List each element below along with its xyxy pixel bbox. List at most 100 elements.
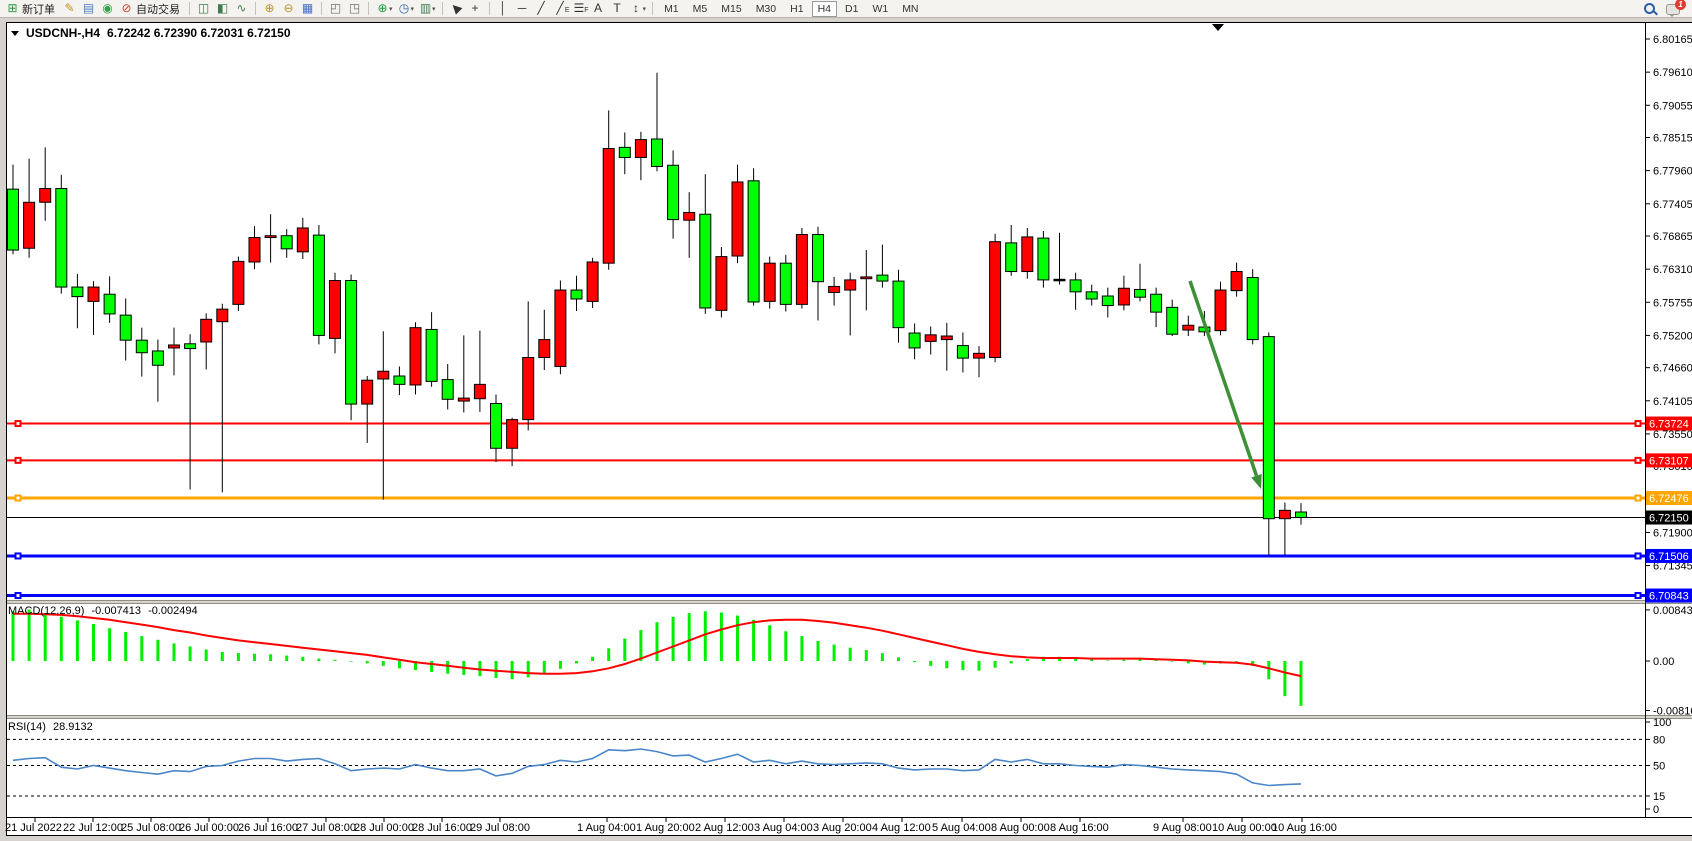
- symbol-period: USDCNH-,H4: [26, 26, 100, 40]
- candle-chart-icon[interactable]: ◧: [213, 1, 232, 17]
- price-tick-label: 6.73550: [1653, 429, 1692, 441]
- new-order-icon[interactable]: ⊞: [3, 1, 22, 17]
- toolbar-icons: ⊞新订单✎▤◉⊘自动交易◫◧∿⊕⊖▦◰◳⊕▾◷▾▥▾▶+│─╱╱E☰FAT↕▾: [3, 1, 657, 17]
- mt4-window: { "toolbar": { "timeframes": ["M1","M5",…: [0, 0, 1692, 841]
- candle: [474, 384, 485, 398]
- timeframe-buttons: M1M5M15M30H1H4D1W1MN: [657, 1, 925, 17]
- price-tick-label: 6.74105: [1653, 396, 1692, 408]
- cursor-icon[interactable]: ▶: [447, 1, 466, 17]
- vertical-line-icon[interactable]: │: [494, 1, 513, 17]
- candle: [539, 340, 550, 358]
- candle: [571, 290, 582, 299]
- price-tick-label: 6.79055: [1653, 100, 1692, 112]
- periods-icon[interactable]: ◷: [395, 1, 414, 17]
- arrows-icon[interactable]: ↕: [627, 1, 646, 17]
- rsi-value: 28.9132: [53, 721, 93, 733]
- candle: [507, 420, 518, 449]
- candle: [201, 319, 212, 342]
- time-label: 9 Aug 08:00: [1153, 822, 1212, 834]
- candle: [330, 280, 341, 338]
- candle: [652, 139, 663, 166]
- timeframe-w1[interactable]: W1: [866, 1, 894, 17]
- line-chart-icon[interactable]: ∿: [232, 1, 251, 17]
- candle: [877, 275, 888, 281]
- timeframe-m5[interactable]: M5: [687, 1, 714, 17]
- autotrade-icon[interactable]: ⊘: [117, 1, 136, 17]
- timeframe-m1[interactable]: M1: [658, 1, 685, 17]
- price-chip-label: 6.73724: [1649, 419, 1689, 431]
- candle: [56, 189, 67, 288]
- chart-shift-icon[interactable]: ◰: [326, 1, 345, 17]
- autotrade-icon-label[interactable]: 自动交易: [136, 1, 180, 17]
- indicators-icon[interactable]: ⊕: [373, 1, 392, 17]
- templates-icon[interactable]: ▥: [416, 1, 435, 17]
- candle: [732, 182, 743, 256]
- hline-handle-center: [1637, 594, 1640, 597]
- crosshair-icon[interactable]: +: [466, 1, 485, 17]
- price-chip-label: 6.70843: [1649, 591, 1689, 603]
- timeframe-d1[interactable]: D1: [839, 1, 864, 17]
- price-tick-label: 6.74660: [1653, 363, 1692, 375]
- candle: [1102, 296, 1113, 306]
- price-tick-label: 6.71900: [1653, 527, 1692, 539]
- trendline-icon[interactable]: ╱: [532, 1, 551, 17]
- signal-icon[interactable]: ◉: [98, 1, 117, 17]
- time-label: 27 Jul 08:00: [296, 822, 356, 834]
- zoom-out-icon[interactable]: ⊖: [279, 1, 298, 17]
- market-watch-icon[interactable]: ▤: [79, 1, 98, 17]
- tile-windows-icon[interactable]: ▦: [298, 1, 317, 17]
- price-chip-label: 6.72476: [1649, 493, 1689, 505]
- timeframe-m30[interactable]: M30: [750, 1, 782, 17]
- candle: [426, 329, 437, 381]
- time-label: 2 Aug 12:00: [695, 822, 754, 834]
- toolbar-separator: [189, 2, 190, 15]
- candle: [313, 235, 324, 335]
- timeframe-m15[interactable]: M15: [715, 1, 747, 17]
- time-label: 25 Jul 08:00: [121, 822, 181, 834]
- candle: [233, 261, 244, 304]
- text-icon[interactable]: A: [589, 1, 608, 17]
- candle: [1279, 510, 1290, 518]
- candle: [442, 380, 453, 400]
- candle: [764, 263, 775, 301]
- candle: [700, 214, 711, 308]
- candle: [1151, 294, 1162, 312]
- zoom-in-icon[interactable]: ⊕: [260, 1, 279, 17]
- candle: [523, 358, 534, 420]
- equidistant-channel-icon[interactable]: ╱E: [551, 1, 570, 17]
- candle: [217, 309, 228, 322]
- new-order-icon-label[interactable]: 新订单: [22, 1, 55, 17]
- rsi-tick-label: 15: [1653, 791, 1665, 803]
- search-icon[interactable]: [1642, 1, 1658, 17]
- toolbar-separator: [442, 2, 443, 15]
- hline-handle-center: [1637, 459, 1640, 462]
- crayon-icon[interactable]: ✎: [60, 1, 79, 17]
- candle: [893, 281, 904, 328]
- horizontal-line-icon[interactable]: ─: [513, 1, 532, 17]
- chat-icon[interactable]: 1: [1666, 1, 1684, 16]
- candle: [136, 340, 147, 353]
- candle: [458, 398, 469, 401]
- collapse-icon[interactable]: [11, 31, 19, 36]
- timeframe-mn[interactable]: MN: [896, 1, 924, 17]
- macd-tick-label: -0.008167: [1653, 705, 1692, 717]
- candle: [990, 242, 1001, 358]
- time-label: 10 Aug 00:00: [1212, 822, 1277, 834]
- candle: [829, 286, 840, 292]
- fibonacci-icon[interactable]: ☰F: [570, 1, 589, 17]
- bar-chart-icon[interactable]: ◫: [194, 1, 213, 17]
- price-tick-label: 6.77405: [1653, 199, 1692, 211]
- candle: [780, 263, 791, 304]
- candle: [909, 333, 920, 348]
- chart-canvas[interactable]: 6.801656.796106.790556.785156.779606.774…: [0, 0, 1692, 841]
- candle: [185, 344, 196, 349]
- time-label: 21 Jul 2022: [5, 822, 62, 834]
- candle: [346, 280, 357, 404]
- auto-scroll-icon[interactable]: ◳: [345, 1, 364, 17]
- rsi-label: RSI(14) 28.9132: [8, 721, 97, 733]
- hline-handle-center: [17, 554, 20, 557]
- candle: [1070, 280, 1081, 292]
- timeframe-h1[interactable]: H1: [784, 1, 809, 17]
- timeframe-h4[interactable]: H4: [812, 1, 837, 17]
- text-label-icon[interactable]: T: [608, 1, 627, 17]
